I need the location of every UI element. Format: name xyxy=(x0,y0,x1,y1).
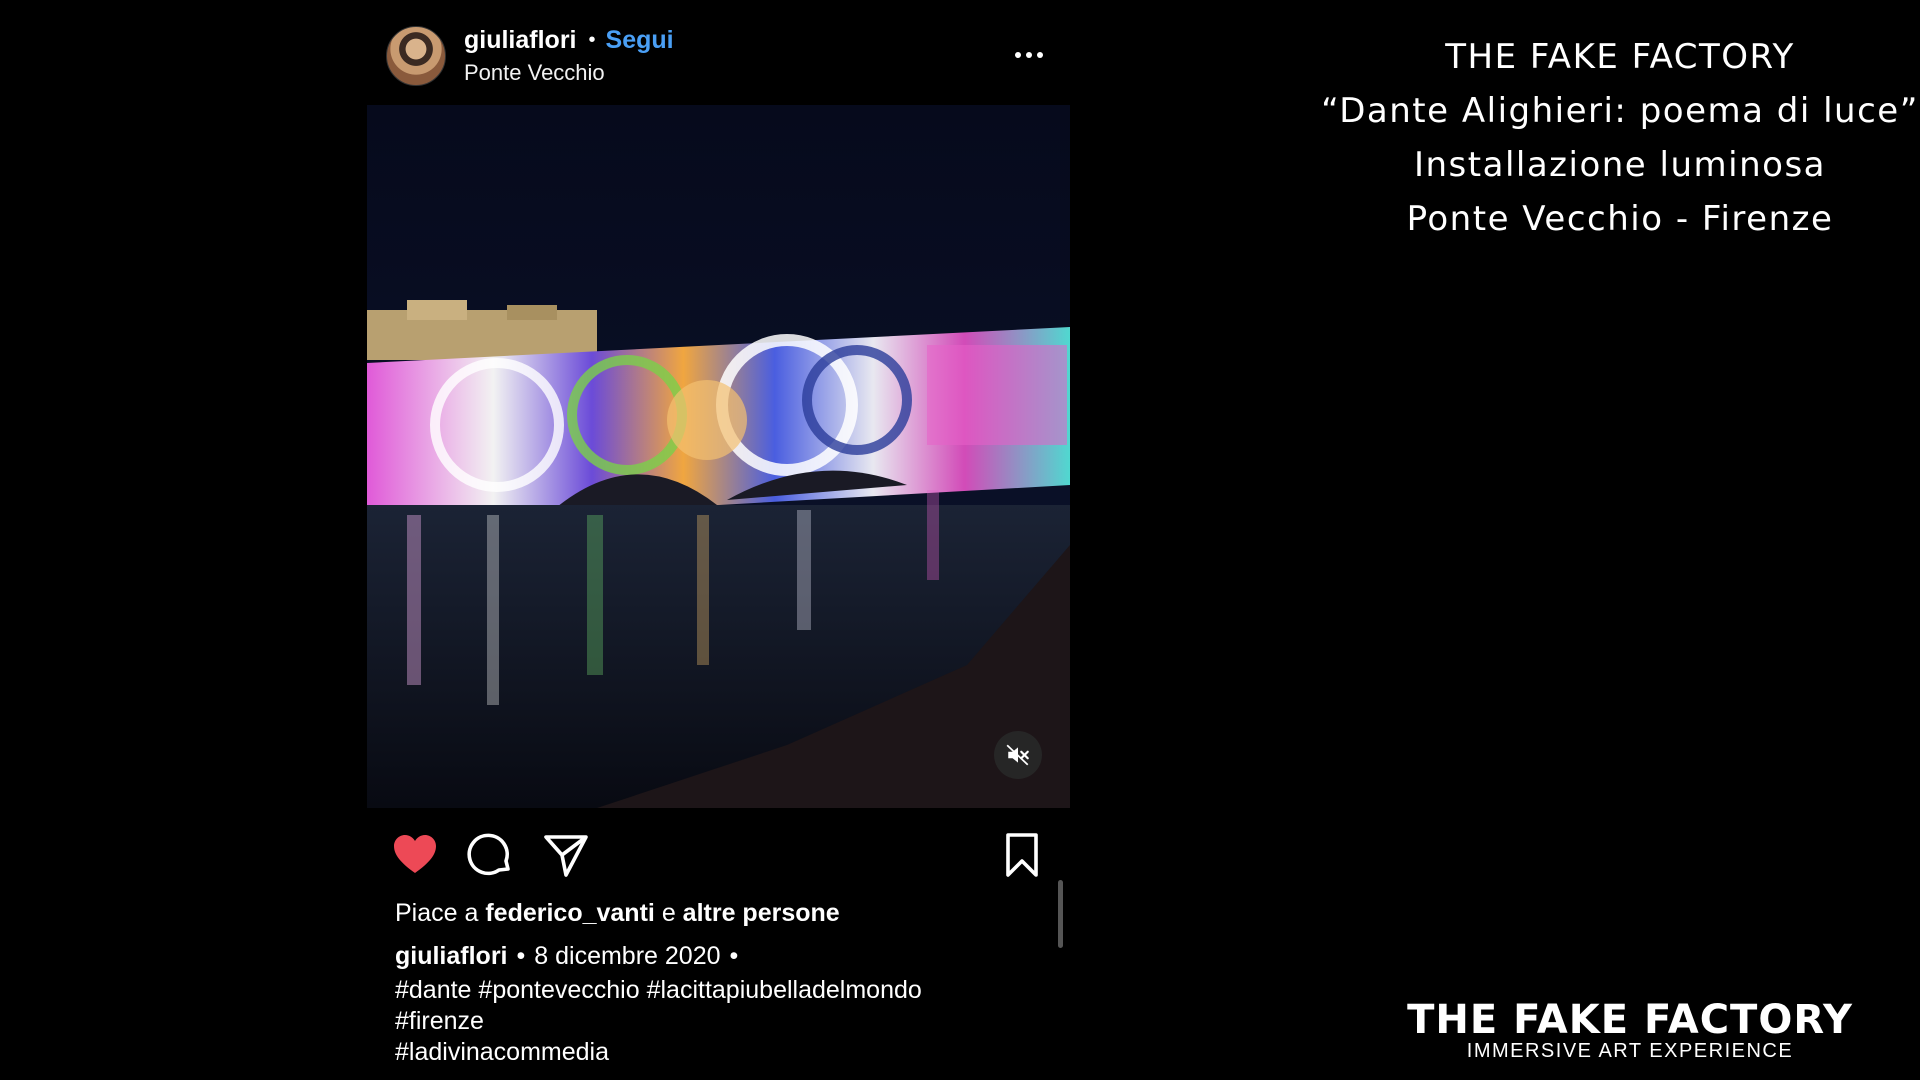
bookmark-icon[interactable] xyxy=(998,831,1046,879)
hashtag-line[interactable]: #firenze xyxy=(395,1006,1015,1037)
more-options-button[interactable] xyxy=(1004,40,1054,70)
hashtags: #dante #pontevecchio #lacittapiubelladel… xyxy=(395,975,1015,1068)
bridge-projection-image xyxy=(367,105,1070,808)
likes-others-link[interactable]: altre persone xyxy=(683,899,840,927)
logo-title: THE FAKE FACTORY xyxy=(1407,997,1853,1043)
header-separator: • xyxy=(588,29,596,51)
post-header: giuliaflori • Segui Ponte Vecchio xyxy=(367,20,1070,92)
post-video[interactable] xyxy=(367,105,1070,808)
heart-icon[interactable] xyxy=(391,831,439,879)
post-actions xyxy=(367,825,1070,885)
hashtag-line[interactable]: #dante #pontevecchio #lacittapiubelladel… xyxy=(395,975,1015,1006)
brand-logo: THE FAKE FACTORY IMMERSIVE ART EXPERIENC… xyxy=(1390,1000,1870,1062)
scrollbar-thumb[interactable] xyxy=(1058,880,1063,948)
avatar[interactable] xyxy=(386,26,446,86)
logo-subtitle: IMMERSIVE ART EXPERIENCE xyxy=(1466,1040,1794,1062)
instagram-post: giuliaflori • Segui Ponte Vecchio Piace … xyxy=(367,0,1070,1080)
follow-button[interactable]: Segui xyxy=(606,26,674,54)
more-horizontal-icon xyxy=(1026,52,1032,58)
info-line: “Dante Alighieri: poema di luce” xyxy=(1321,91,1919,131)
likes-user-link[interactable]: federico_vanti xyxy=(485,899,655,927)
caption-separator: • xyxy=(516,942,526,970)
post-username[interactable]: giuliaflori xyxy=(464,26,577,54)
screen: giuliaflori • Segui Ponte Vecchio Piace … xyxy=(0,0,1920,1080)
paper-plane-icon[interactable] xyxy=(542,831,590,879)
caption-meta: giuliaflori • 8 dicembre 2020 • xyxy=(395,942,747,971)
info-line: Ponte Vecchio - Firenze xyxy=(1406,199,1834,239)
caption-separator: • xyxy=(729,942,739,970)
caption-username[interactable]: giuliaflori xyxy=(395,942,508,970)
post-location[interactable]: Ponte Vecchio xyxy=(464,60,605,86)
header-line: giuliaflori • Segui xyxy=(464,26,674,55)
info-line: Installazione luminosa xyxy=(1413,145,1826,185)
speaker-muted-icon xyxy=(1006,744,1029,766)
likes-line: Piace a federico_vanti e altre persone xyxy=(395,899,840,928)
more-horizontal-icon xyxy=(1015,52,1021,58)
info-line: THE FAKE FACTORY xyxy=(1445,37,1795,77)
installation-info: THE FAKE FACTORY “Dante Alighieri: poema… xyxy=(1300,30,1920,246)
hashtag-line[interactable]: #ladivinacommedia xyxy=(395,1037,1015,1068)
more-horizontal-icon xyxy=(1037,52,1043,58)
comment-icon[interactable] xyxy=(466,831,514,879)
likes-conjunction: e xyxy=(661,899,676,927)
likes-prefix: Piace a xyxy=(395,899,479,927)
post-date: 8 dicembre 2020 xyxy=(534,942,721,970)
mute-button[interactable] xyxy=(994,731,1042,779)
